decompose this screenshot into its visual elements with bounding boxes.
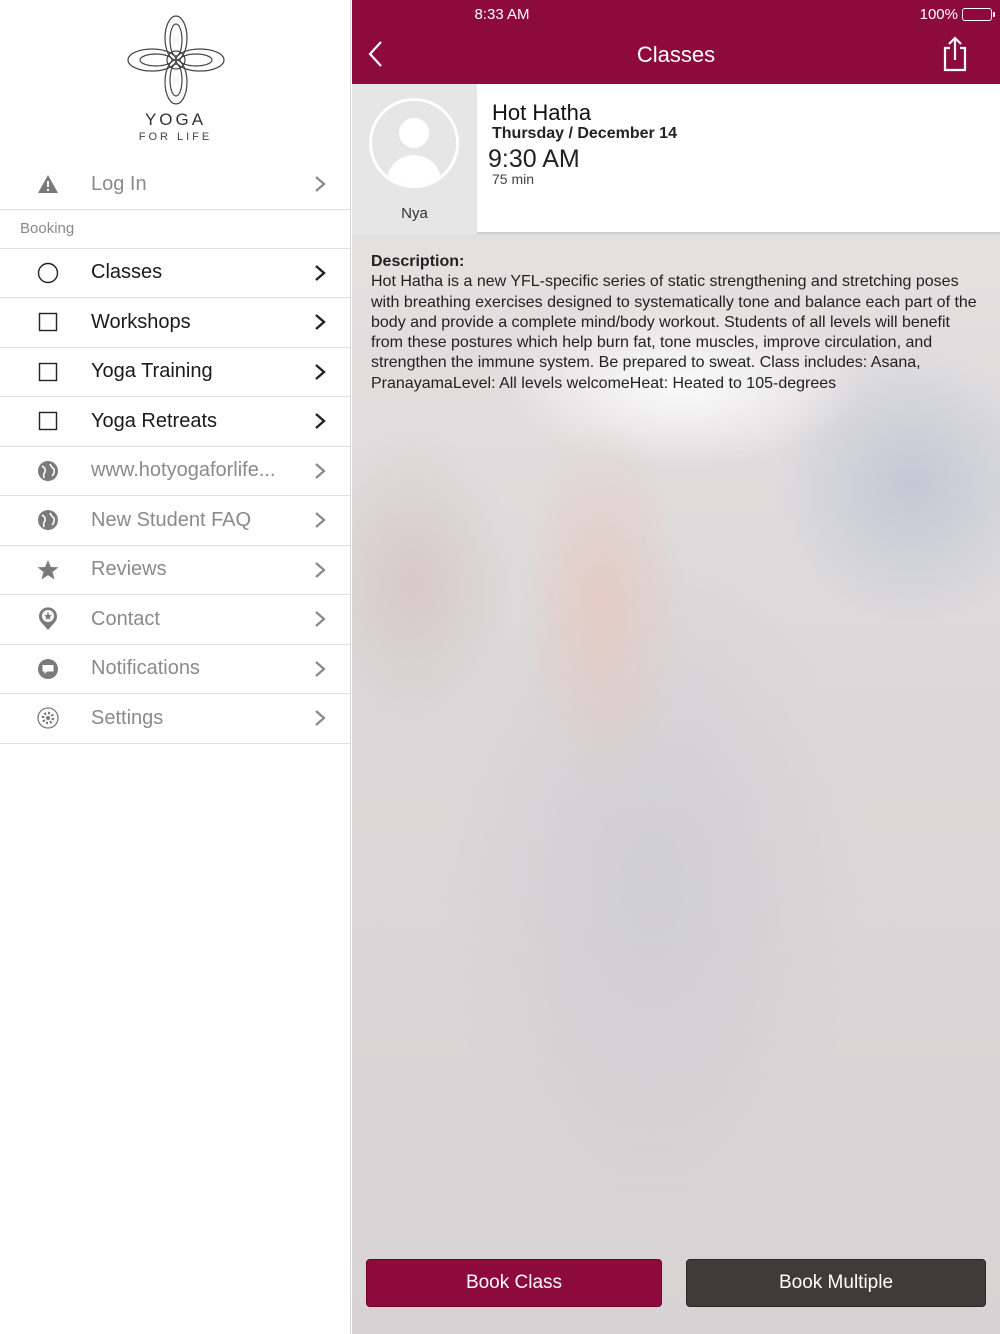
chevron-right-icon	[315, 660, 326, 677]
square-icon	[36, 360, 60, 384]
warning-icon	[36, 172, 60, 196]
sidebar-item-workshops[interactable]: Workshops	[0, 298, 351, 348]
sidebar-item-label: Yoga Training	[91, 360, 213, 383]
circle-icon	[36, 261, 60, 285]
description-text: Hot Hatha is a new YFL-specific series o…	[371, 273, 977, 392]
class-date: Thursday / December 14	[492, 125, 677, 142]
square-icon	[36, 409, 60, 433]
sidebar-item-label: Contact	[91, 607, 160, 630]
class-header-card: Nya Hot Hatha Thursday / December 14 9:3…	[352, 84, 1000, 234]
star-icon	[36, 558, 60, 582]
chevron-right-icon	[315, 413, 326, 430]
battery-icon	[962, 8, 995, 21]
sidebar-item-label: www.hotyogaforlife...	[91, 459, 276, 482]
sidebar-item-login[interactable]: Log In	[0, 160, 351, 210]
sidebar-item-label: Yoga Retreats	[91, 409, 218, 432]
class-name: Hot Hatha	[492, 100, 592, 125]
sidebar-item-yoga-training[interactable]: Yoga Training	[0, 348, 351, 397]
class-description: Description: Hot Hatha is a new YFL-spec…	[371, 252, 983, 394]
section-header-booking: Booking	[0, 210, 351, 249]
chevron-right-icon	[315, 314, 326, 331]
sidebar-item-label: Notifications	[91, 657, 200, 680]
chevron-right-icon	[315, 561, 326, 578]
status-time: 8:33 AM	[474, 6, 530, 23]
instructor-name: Nya	[401, 205, 428, 222]
sidebar-item-notifications[interactable]: Notifications	[0, 645, 351, 694]
sidebar-item-yoga-retreats[interactable]: Yoga Retreats	[0, 397, 351, 447]
chevron-right-icon	[315, 710, 326, 727]
chevron-right-icon	[315, 462, 326, 479]
main-content: 8:33 AM 100% Classes Nya Hot Hatha Thurs…	[352, 0, 1000, 1334]
battery-percent: 100%	[919, 6, 958, 23]
sidebar-item-label: Workshops	[91, 310, 191, 333]
chevron-right-icon	[315, 512, 326, 529]
chevron-right-icon	[315, 264, 326, 281]
gear-icon	[36, 706, 60, 730]
sidebar-item-contact[interactable]: Contact	[0, 595, 351, 645]
globe-icon	[36, 508, 60, 532]
chat-bubble-icon	[36, 657, 60, 681]
logo-title: YOGA	[144, 110, 207, 129]
sidebar-item-reviews[interactable]: Reviews	[0, 546, 351, 595]
yoga-logo-icon	[126, 15, 225, 105]
square-icon	[36, 310, 60, 334]
avatar	[369, 98, 459, 188]
chevron-right-icon	[315, 363, 326, 380]
page-title: Classes	[636, 42, 716, 67]
status-battery: 100%	[919, 6, 995, 23]
chevron-right-icon	[315, 611, 326, 628]
book-multiple-button[interactable]: Book Multiple	[686, 1259, 986, 1307]
globe-icon	[36, 459, 60, 483]
share-button[interactable]	[942, 36, 968, 72]
sidebar-item-label: Reviews	[91, 558, 167, 581]
instructor-panel[interactable]: Nya	[352, 84, 477, 234]
sidebar: YOGA FOR LIFE Log In Booking Classes Wor…	[0, 0, 351, 1334]
sidebar-item-label: Classes	[91, 261, 163, 284]
sidebar-item-label: New Student FAQ	[91, 508, 252, 531]
person-silhouette-icon	[372, 101, 456, 185]
sidebar-item-label: Log In	[91, 172, 147, 195]
description-label: Description:	[371, 253, 465, 270]
class-time: 9:30 AM	[488, 145, 580, 173]
logo-subtitle: FOR LIFE	[138, 131, 213, 143]
class-duration: 75 min	[492, 171, 535, 187]
book-class-button[interactable]: Book Class	[366, 1259, 662, 1307]
sidebar-item-settings[interactable]: Settings	[0, 694, 351, 744]
app-logo: YOGA FOR LIFE	[0, 12, 351, 152]
sidebar-menu: Log In Booking Classes Workshops Yoga Tr…	[0, 160, 351, 744]
sidebar-item-website[interactable]: www.hotyogaforlife...	[0, 447, 351, 496]
navigation-bar: 8:33 AM 100% Classes	[352, 0, 1000, 84]
location-pin-icon	[36, 607, 60, 631]
sidebar-item-faq[interactable]: New Student FAQ	[0, 496, 351, 546]
sidebar-item-label: Settings	[91, 706, 164, 729]
sidebar-item-classes[interactable]: Classes	[0, 249, 351, 298]
chevron-right-icon	[315, 176, 326, 193]
